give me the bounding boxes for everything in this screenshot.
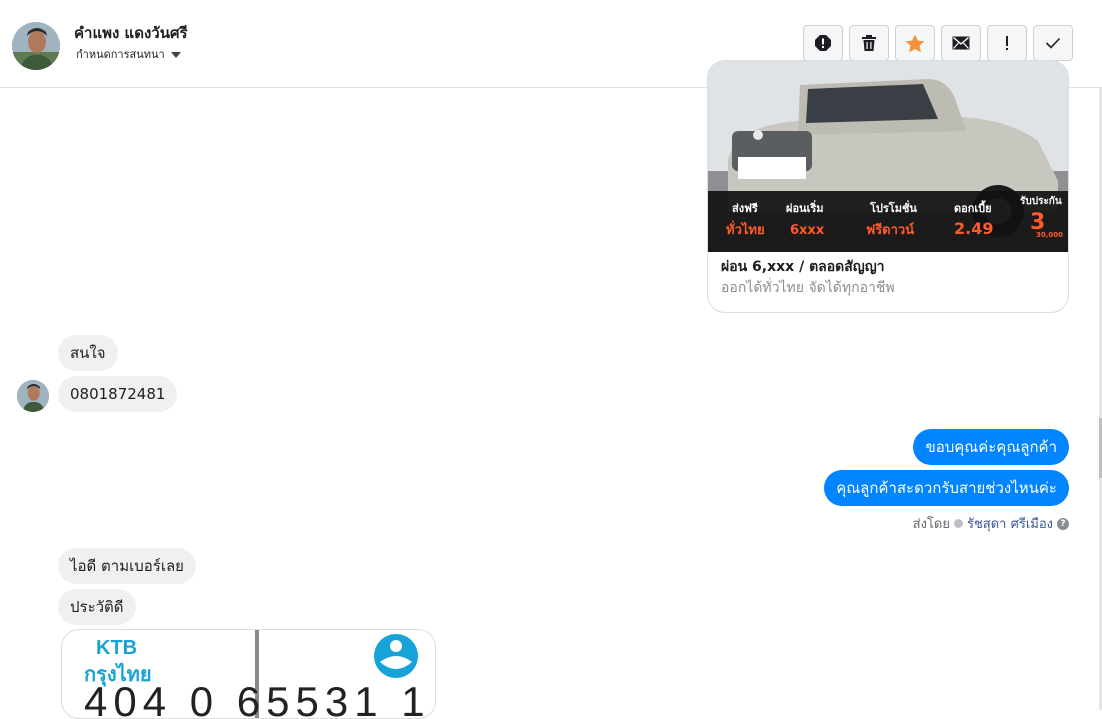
conversation-toolbar <box>803 25 1073 61</box>
caret-down-icon <box>170 51 181 58</box>
sender-avatar[interactable] <box>17 380 49 412</box>
bank-account-number: 404 0 65531 1 <box>84 678 431 719</box>
car-ad-image: ส่งฟรี ทั่วไทย ผ่อนเริ่ม 6xxx โปรโมชั่น … <box>708 61 1068 252</box>
outgoing-message[interactable]: ขอบคุณค่ะคุณลูกค้า <box>913 429 1069 465</box>
mark-done-button[interactable] <box>1033 25 1073 61</box>
promo-4-value: 2.49 <box>954 219 993 238</box>
envelope-icon <box>952 36 970 50</box>
assign-label: กำหนดการสนทนา <box>76 48 165 61</box>
mark-spam-button[interactable] <box>803 25 843 61</box>
incoming-message[interactable]: ไอดี ตามเบอร์เลย <box>58 548 196 584</box>
star-button[interactable] <box>895 25 935 61</box>
exclamation-icon <box>1006 36 1008 50</box>
agent-status-icon <box>953 519 963 528</box>
ktb-logo-text: KTB <box>96 637 138 659</box>
promo-2-label: ผ่อนเริ่ม <box>786 200 824 215</box>
incoming-message[interactable]: สนใจ <box>58 335 118 371</box>
incoming-message[interactable]: ประวัติดี <box>58 589 136 625</box>
assign-conversation-dropdown[interactable]: กำหนดการสนทนา <box>76 45 181 63</box>
promo-5-label: รับประกัน <box>1020 195 1062 207</box>
sent-by-line: ส่งโดย รัชสุดา ศรีเมือง ? <box>913 513 1069 534</box>
mark-unread-button[interactable] <box>941 25 981 61</box>
follow-up-button[interactable] <box>987 25 1027 61</box>
spam-icon <box>815 35 831 51</box>
promo-3-label: โปรโมชั่น <box>869 200 917 215</box>
promo-3-value: ฟรีดาวน์ <box>866 222 914 238</box>
promo-4-label: ดอกเบี้ย <box>954 200 992 215</box>
car-ad-title: ผ่อน 6,xxx / ตลอดสัญญา <box>721 259 885 275</box>
promo-1-label: ส่งฟรี <box>732 202 758 215</box>
car-ad-card[interactable]: ส่งฟรี ทั่วไทย ผ่อนเริ่ม 6xxx โปรโมชั่น … <box>707 60 1069 313</box>
krungthai-bird-logo-icon <box>374 634 418 678</box>
trash-icon <box>862 35 876 51</box>
promo-5-sub: 30,000 <box>1036 231 1063 239</box>
star-icon <box>905 34 925 52</box>
outgoing-message[interactable]: คุณลูกค้าสะดวกรับสายช่วงไหนค่ะ <box>824 470 1069 506</box>
incoming-message[interactable]: 0801872481 <box>58 376 178 412</box>
car-ad-subtitle: ออกได้ทั่วไทย จัดได้ทุกอาชีพ <box>721 280 895 296</box>
promo-2-value: 6xxx <box>790 223 825 238</box>
help-icon[interactable]: ? <box>1057 517 1069 530</box>
contact-avatar[interactable] <box>12 22 60 70</box>
sent-by-agent-name[interactable]: รัชสุดา ศรีเมือง <box>967 513 1053 534</box>
contact-name[interactable]: คำแพง แดงวันศรี <box>74 21 188 45</box>
promo-1-value: ทั่วไทย <box>726 220 765 238</box>
sent-by-label: ส่งโดย <box>912 517 950 532</box>
delete-button[interactable] <box>849 25 889 61</box>
bank-book-image[interactable]: KTB กรุงไทย 404 0 65531 1 <box>61 629 436 719</box>
check-icon <box>1045 37 1061 49</box>
